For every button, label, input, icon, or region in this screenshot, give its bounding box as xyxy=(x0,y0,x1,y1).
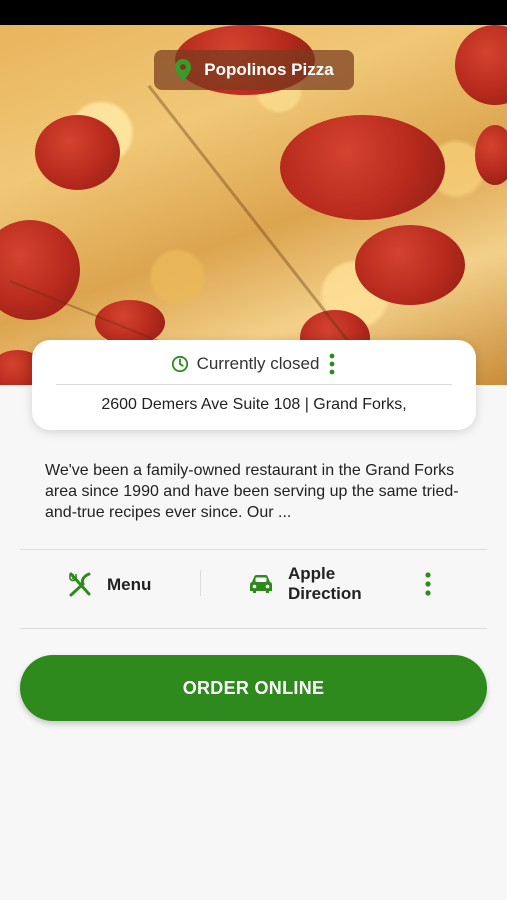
action-separator xyxy=(200,570,201,596)
map-pin-icon xyxy=(175,59,192,81)
direction-label-line1: Apple xyxy=(288,564,336,583)
menu-label: Menu xyxy=(107,575,152,594)
more-options-icon[interactable] xyxy=(423,572,433,596)
restaurant-name: Popolinos Pizza xyxy=(204,60,334,79)
divider-bottom xyxy=(20,628,487,629)
apple-direction-button[interactable]: Apple Direction xyxy=(248,564,362,604)
restaurant-description: We've been a family-owned restaurant in … xyxy=(45,462,459,521)
address-text: 2600 Demers Ave Suite 108 | Grand Forks, xyxy=(101,396,407,413)
status-row: Currently closed xyxy=(32,352,476,376)
order-online-button[interactable]: ORDER ONLINE xyxy=(20,655,487,721)
direction-label-line2: Direction xyxy=(288,584,362,603)
info-card: Currently closed 2600 Demers Ave Suite 1… xyxy=(32,340,476,430)
more-vertical-icon[interactable] xyxy=(327,353,337,375)
status-bar xyxy=(0,0,507,25)
utensils-icon xyxy=(69,572,91,597)
restaurant-title-badge: Popolinos Pizza xyxy=(154,50,354,90)
car-icon xyxy=(250,575,272,593)
divider-top xyxy=(20,549,487,550)
status-text: Currently closed xyxy=(196,354,320,373)
card-divider xyxy=(56,384,452,385)
clock-icon xyxy=(171,355,188,373)
action-row: Menu Apple Direction xyxy=(20,552,487,628)
menu-button[interactable]: Menu xyxy=(67,572,151,598)
